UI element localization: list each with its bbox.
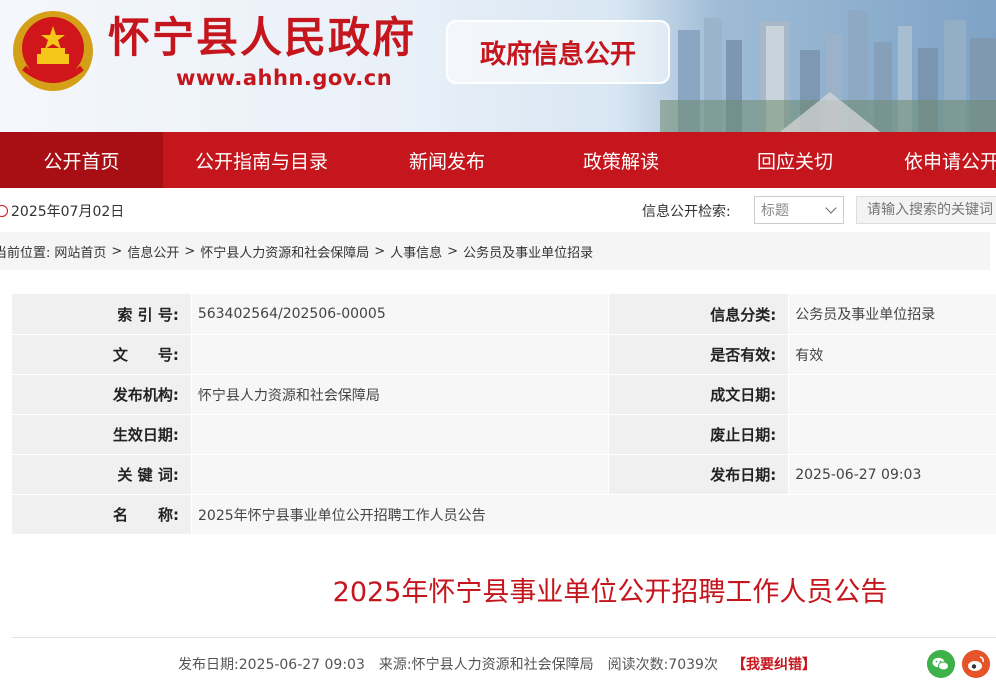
city-skyline-image [660,10,996,132]
nav-item-response[interactable]: 回应关切 [708,132,882,188]
valid-value: 有效 [789,335,996,374]
expire-date-label: 废止日期: [609,415,789,454]
article-publish-date: 发布日期:2025-06-27 09:03 [178,657,365,673]
doc-no-value [191,335,609,374]
keywords-value [191,455,609,494]
breadcrumb-item-info[interactable]: 信息公开 [127,242,179,261]
table-row: 关 键 词: 发布日期: 2025-06-27 09:03 [12,454,996,494]
index-no-label: 索 引 号: [12,294,191,334]
breadcrumb-separator: > [374,243,386,259]
publisher-label: 发布机构: [12,375,191,414]
breadcrumb-item-personnel[interactable]: 人事信息 [390,242,442,261]
publisher-value: 怀宁县人力资源和社会保障局 [191,375,609,414]
article-source: 来源:怀宁县人力资源和社会保障局 [378,657,594,673]
current-date: 2025年07月02日 [0,201,124,221]
breadcrumb-prefix: 当前位置: [0,245,51,261]
search-type-select[interactable]: 标题 [754,196,844,224]
nav-item-policy[interactable]: 政策解读 [534,132,708,188]
site-title: 怀宁县人民政府 [108,13,417,62]
breadcrumb-item-home[interactable]: 网站首页 [54,242,106,261]
expire-date-value [789,415,996,454]
table-row: 发布机构: 怀宁县人力资源和社会保障局 成文日期: [12,374,996,414]
name-label: 名 称: [12,495,191,534]
site-url[interactable]: www.ahhn.gov.cn [176,66,392,90]
nav-item-home[interactable]: 公开首页 [0,132,163,188]
effective-date-value [191,415,609,454]
name-value: 2025年怀宁县事业单位公开招聘工作人员公告 [192,495,996,534]
table-row: 名 称: 2025年怀宁县事业单位公开招聘工作人员公告 [12,494,996,534]
report-error-link[interactable]: 【我要纠错】 [732,654,816,674]
article-views: 阅读次数:7039次 [607,657,718,673]
article-title: 2025年怀宁县事业单位公开招聘工作人员公告 [332,577,888,608]
weibo-share-icon[interactable] [962,650,990,678]
wechat-share-icon[interactable] [927,650,955,678]
breadcrumb-separator: > [184,243,196,259]
clock-icon [0,205,8,217]
metadata-table: 索 引 号: 563402564/202506-00005 信息分类: 公务员及… [12,294,996,534]
index-no-value: 563402564/202506-00005 [191,294,609,334]
effective-date-label: 生效日期: [12,415,191,454]
publish-date-value: 2025-06-27 09:03 [789,455,996,494]
table-row: 索 引 号: 563402564/202506-00005 信息分类: 公务员及… [12,294,996,334]
category-label: 信息分类: [609,294,789,334]
info-bar: 2025年07月02日 信息公开检索: 标题 [0,188,996,232]
written-date-label: 成文日期: [609,375,789,414]
article-meta: 发布日期:2025-06-27 09:03 来源:怀宁县人力资源和社会保障局 阅… [178,654,830,674]
divider [12,637,996,638]
select-value: 标题 [761,203,789,219]
site-banner: 怀宁县人民政府 www.ahhn.gov.cn 政府信息公开 [0,0,996,132]
written-date-value [789,375,996,414]
breadcrumb-item-recruitment[interactable]: 公务员及事业单位招录 [463,242,593,261]
table-row: 生效日期: 废止日期: [12,414,996,454]
search-input[interactable] [856,196,996,224]
search-label: 信息公开检索: [642,204,731,220]
chevron-down-icon [825,202,837,214]
breadcrumb: 当前位置: 网站首页 > 信息公开 > 怀宁县人力资源和社会保障局 > 人事信息… [0,232,990,270]
breadcrumb-separator: > [447,243,459,259]
category-value: 公务员及事业单位招录 [789,294,996,334]
doc-no-label: 文 号: [12,335,191,374]
nav-item-news[interactable]: 新闻发布 [360,132,534,188]
keywords-label: 关 键 词: [12,455,191,494]
date-text: 2025年07月02日 [11,204,125,220]
nav-item-guide[interactable]: 公开指南与目录 [163,132,360,188]
publish-date-label: 发布日期: [609,455,789,494]
nav-item-apply[interactable]: 依申请公开 [882,132,996,188]
breadcrumb-separator: > [111,243,123,259]
breadcrumb-item-bureau[interactable]: 怀宁县人力资源和社会保障局 [200,242,369,261]
main-nav: 公开首页 公开指南与目录 新闻发布 政策解读 回应关切 依申请公开 [0,132,996,188]
valid-label: 是否有效: [609,335,789,374]
portal-title[interactable]: 政府信息公开 [446,20,670,84]
table-row: 文 号: 是否有效: 有效 [12,334,996,374]
national-emblem-icon [13,11,93,91]
